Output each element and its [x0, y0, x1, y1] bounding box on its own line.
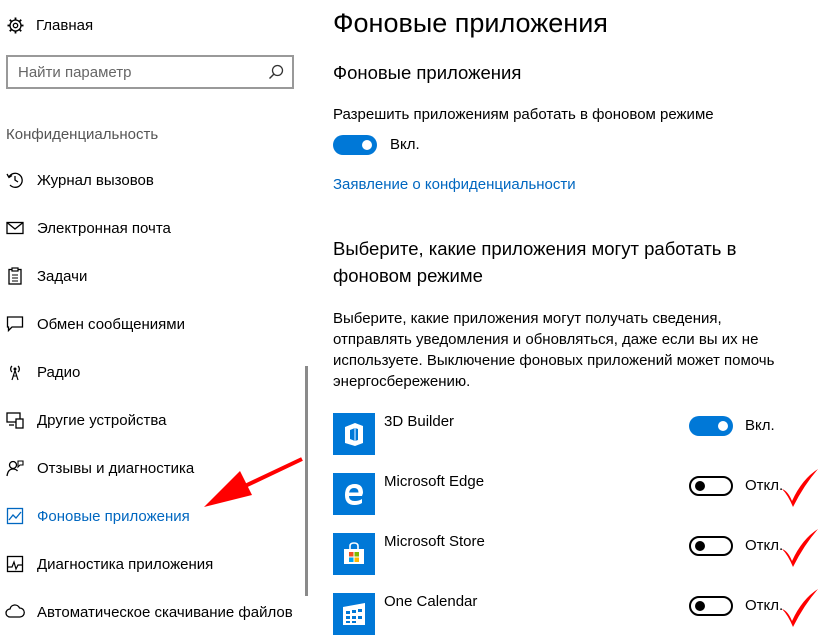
sidebar-item-app-diagnostics[interactable]: Диагностика приложения: [0, 551, 300, 577]
red-checkmark-annotation: [782, 589, 818, 627]
app-toggle[interactable]: [689, 596, 733, 616]
sidebar-item-label: Другие устройства: [37, 411, 167, 429]
sidebar-item-messaging[interactable]: Обмен сообщениями: [0, 311, 300, 337]
sidebar-item-auto-file-download[interactable]: Автоматическое скачивание файлов: [0, 599, 300, 625]
app-name: Microsoft Edge: [384, 473, 485, 490]
sidebar-item-label: Обмен сообщениями: [37, 315, 185, 333]
app-row-3d-builder: 3D Builder Вкл.: [333, 413, 813, 455]
app-toggle-state: Откл.: [745, 537, 784, 554]
app-toggle-state: Откл.: [745, 477, 784, 494]
choose-apps-description: Выберите, какие приложения могут получат…: [333, 310, 775, 390]
app-toggle-state: Вкл.: [745, 417, 775, 434]
sidebar-item-label: Журнал вызовов: [37, 171, 154, 189]
sidebar-item-label: Отзывы и диагностика: [37, 459, 195, 477]
sidebar-item-tasks[interactable]: Задачи: [0, 263, 300, 289]
messaging-icon: [5, 314, 25, 334]
permission-label: Разрешить приложениям работать в фоновом…: [333, 106, 714, 123]
app-row-one-calendar: One Calendar Откл.: [333, 589, 818, 635]
background-apps-icon: [5, 506, 25, 526]
tasks-icon: [5, 266, 25, 286]
feedback-icon: [5, 458, 25, 478]
app-toggle[interactable]: [689, 416, 733, 436]
sidebar-item-label: Задачи: [37, 267, 88, 285]
gear-icon: [6, 16, 24, 34]
sidebar-item-email[interactable]: Электронная почта: [0, 215, 300, 241]
3d-builder-icon: [333, 413, 375, 455]
mail-icon: [5, 218, 25, 238]
sidebar-item-label: Радио: [37, 363, 81, 381]
red-arrow-annotation: [204, 457, 303, 507]
sidebar-item-radio[interactable]: Радио: [0, 359, 300, 385]
app-row-microsoft-store: Microsoft Store Откл.: [333, 529, 818, 575]
sidebar: Главная Конфиденциальность Журнал вызово…: [0, 0, 318, 643]
page-title: Фоновые приложения: [333, 8, 608, 38]
devices-icon: [5, 410, 25, 430]
section-title: Фоновые приложения: [333, 62, 522, 83]
app-diagnostics-icon: [5, 554, 25, 574]
one-calendar-icon: [333, 593, 375, 635]
home-link[interactable]: Главная: [6, 14, 93, 36]
red-checkmark-annotation: [782, 469, 818, 507]
home-label: Главная: [36, 16, 94, 34]
cloud-download-icon: [5, 602, 25, 622]
sidebar-item-other-devices[interactable]: Другие устройства: [0, 407, 300, 433]
microsoft-store-icon: [333, 533, 375, 575]
microsoft-edge-icon: [333, 473, 375, 515]
app-toggle-state: Откл.: [745, 597, 784, 614]
sidebar-section-title: Конфиденциальность: [6, 126, 159, 143]
sidebar-item-label: Электронная почта: [37, 219, 171, 237]
app-row-microsoft-edge: Microsoft Edge Откл.: [333, 469, 818, 515]
radio-icon: [5, 362, 25, 382]
background-apps-master-toggle[interactable]: [333, 135, 377, 155]
sidebar-item-label: Фоновые приложения: [37, 507, 190, 525]
app-name: 3D Builder: [384, 413, 455, 430]
app-name: Microsoft Store: [384, 533, 485, 550]
sidebar-item-label: Диагностика приложения: [37, 555, 214, 573]
app-toggle[interactable]: [689, 536, 733, 556]
privacy-statement-link[interactable]: Заявление о конфиденциальности: [333, 176, 576, 193]
toggle-state-label: Вкл.: [390, 136, 420, 153]
app-toggle[interactable]: [689, 476, 733, 496]
call-history-icon: [5, 170, 25, 190]
sidebar-item-label: Автоматическое скачивание файлов: [37, 603, 293, 621]
search-input[interactable]: [8, 63, 258, 81]
app-name: One Calendar: [384, 593, 478, 610]
search-icon[interactable]: [268, 64, 284, 85]
sidebar-item-call-history[interactable]: Журнал вызовов: [0, 167, 300, 193]
search-box: [6, 55, 294, 89]
choose-apps-title: Выберите, какие приложения могут работат…: [333, 238, 737, 286]
red-checkmark-annotation: [782, 529, 818, 567]
